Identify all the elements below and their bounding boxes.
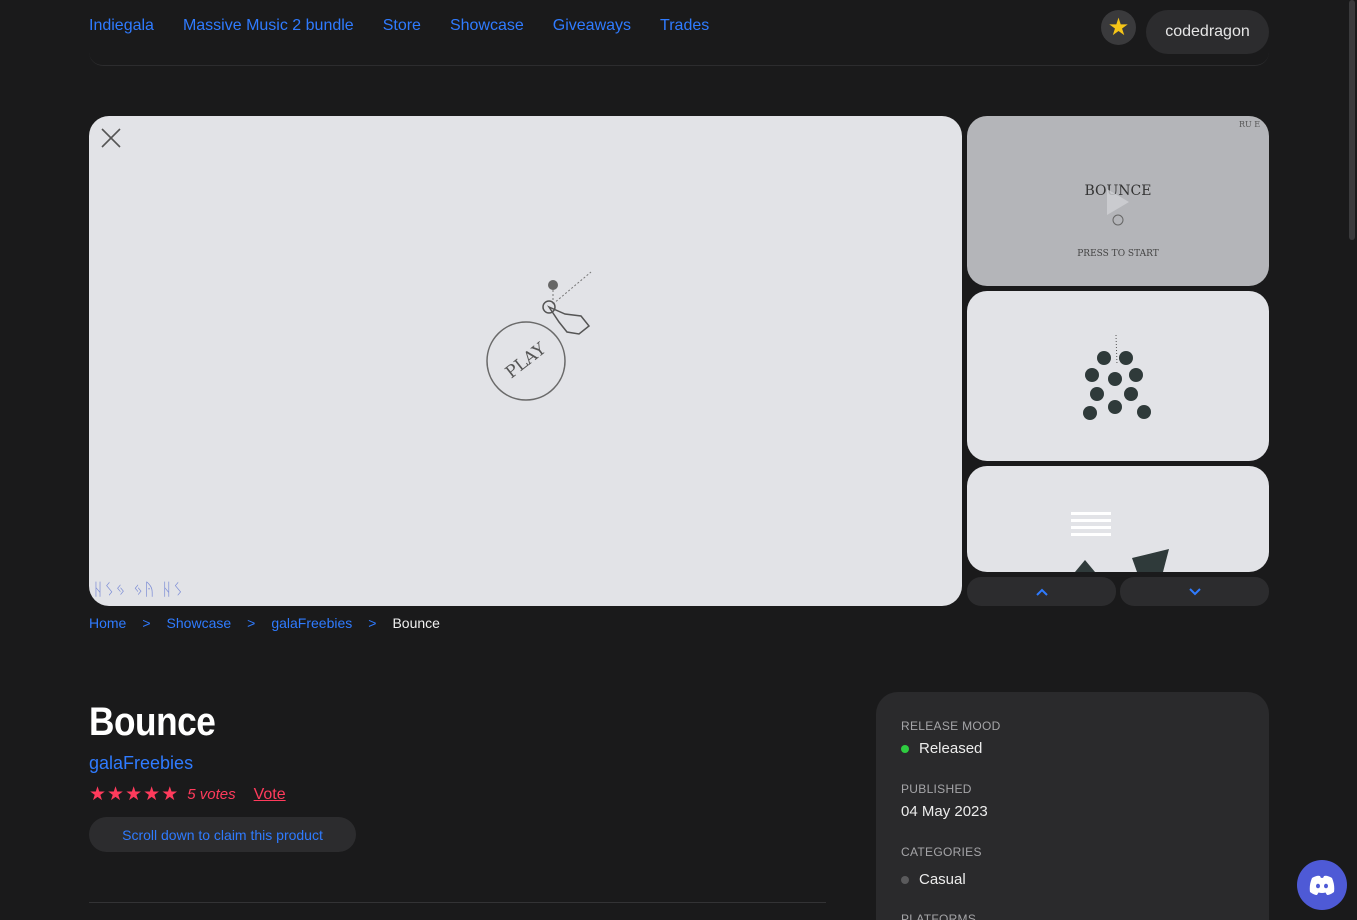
published-label: PUBLISHED bbox=[901, 782, 972, 796]
published-value: 04 May 2023 bbox=[901, 803, 988, 820]
thumbnail-2[interactable] bbox=[967, 291, 1269, 461]
star-badge-icon: ★ bbox=[1107, 14, 1130, 41]
thumbnail-1-art: RU E BOUNCE PRESS TO START bbox=[1077, 120, 1260, 259]
avatar[interactable]: ★ bbox=[1101, 10, 1136, 45]
nav-link-indiegala[interactable]: Indiegala bbox=[89, 17, 154, 35]
nav-link-store[interactable]: Store bbox=[383, 17, 421, 35]
top-nav: Indiegala Massive Music 2 bundle Store S… bbox=[89, 0, 1269, 66]
breadcrumb-current: Bounce bbox=[392, 615, 440, 631]
category-dot bbox=[901, 875, 909, 884]
nav-links: Indiegala Massive Music 2 bundle Store S… bbox=[89, 17, 738, 35]
chevron-down-icon bbox=[1188, 587, 1201, 595]
vote-link[interactable]: Vote bbox=[254, 786, 286, 804]
scrollbar[interactable] bbox=[1349, 0, 1355, 240]
divider bbox=[89, 902, 826, 903]
star-icon: ★ bbox=[89, 784, 107, 805]
star-icon: ★ bbox=[107, 784, 125, 805]
breadcrumb: Home > Showcase > galaFreebies > Bounce bbox=[89, 615, 440, 631]
developer-link[interactable]: galaFreebies bbox=[89, 753, 193, 774]
breadcrumb-separator: > bbox=[368, 615, 377, 631]
vote-count: 5 votes bbox=[187, 786, 236, 803]
nav-link-showcase[interactable]: Showcase bbox=[450, 17, 524, 35]
status-dot bbox=[901, 744, 909, 753]
play-text: PLAY bbox=[502, 339, 551, 383]
thumbnail-3[interactable] bbox=[967, 466, 1269, 572]
media-viewer[interactable]: PLAY ᚺᛊᛃ ᛃᚤ ᚺᛊ bbox=[89, 116, 962, 606]
thumbnail-3-art bbox=[1071, 512, 1169, 572]
rating: ★ ★ ★ ★ ★ 5 votes Vote bbox=[89, 783, 286, 806]
thumbnail-1[interactable]: RU E BOUNCE PRESS TO START bbox=[967, 116, 1269, 286]
thumbnails-down-button[interactable] bbox=[1120, 577, 1269, 606]
thumbnail-2-art bbox=[1083, 334, 1151, 420]
page-title: Bounce bbox=[89, 700, 216, 744]
platforms-label: PLATFORMS bbox=[901, 912, 977, 920]
categories-value[interactable]: Casual bbox=[901, 871, 966, 888]
breadcrumb-showcase[interactable]: Showcase bbox=[167, 615, 232, 631]
thumbnails-up-button[interactable] bbox=[967, 577, 1116, 606]
breadcrumb-separator: > bbox=[247, 615, 256, 631]
star-icon: ★ bbox=[125, 784, 143, 805]
discord-icon bbox=[1309, 875, 1335, 895]
claim-scroll-button[interactable]: Scroll down to claim this product bbox=[89, 817, 356, 852]
release-mood-text: Released bbox=[919, 740, 983, 757]
star-icon: ★ bbox=[143, 784, 161, 805]
breadcrumb-home[interactable]: Home bbox=[89, 615, 126, 631]
breadcrumb-developer[interactable]: galaFreebies bbox=[271, 615, 352, 631]
release-mood-value: Released bbox=[901, 740, 982, 757]
release-mood-label: RELEASE MOOD bbox=[901, 719, 1001, 733]
nav-link-bundle[interactable]: Massive Music 2 bundle bbox=[183, 17, 354, 35]
close-icon[interactable] bbox=[99, 126, 123, 150]
categories-label: CATEGORIES bbox=[901, 845, 982, 859]
play-graphic: PLAY bbox=[486, 271, 592, 401]
category-text[interactable]: Casual bbox=[919, 871, 966, 888]
thumb1-corner: RU E bbox=[1239, 120, 1260, 129]
info-panel: RELEASE MOOD Released PUBLISHED 04 May 2… bbox=[876, 692, 1269, 920]
user-menu-button[interactable]: codedragon bbox=[1146, 10, 1269, 54]
chevron-up-icon bbox=[1035, 588, 1048, 596]
breadcrumb-separator: > bbox=[142, 615, 151, 631]
thumb1-subtitle: PRESS TO START bbox=[1077, 249, 1158, 259]
nav-link-giveaways[interactable]: Giveaways bbox=[553, 17, 631, 35]
star-icon: ★ bbox=[161, 784, 179, 805]
discord-button[interactable] bbox=[1297, 860, 1347, 910]
nav-link-trades[interactable]: Trades bbox=[660, 17, 709, 35]
viewer-watermark: ᚺᛊᛃ ᛃᚤ ᚺᛊ bbox=[93, 580, 185, 600]
